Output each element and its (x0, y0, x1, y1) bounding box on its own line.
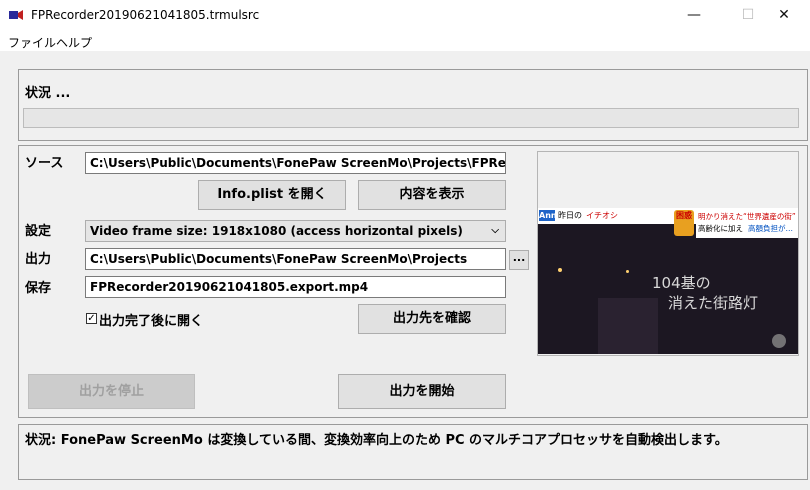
source-field[interactable]: C:\Users\Public\Documents\FonePaw Screen… (85, 152, 506, 174)
status-message: 状況: FonePaw ScreenMo は変換している間、変換効率向上のため … (25, 433, 728, 448)
channel-logo: Ann (539, 210, 557, 221)
output-field[interactable]: C:\Users\Public\Documents\FonePaw Screen… (85, 248, 506, 270)
preview-headline-3: 高額負担が… (748, 224, 793, 233)
open-after-checkbox[interactable]: ✓ (86, 313, 97, 324)
menu-file[interactable]: ファイル (8, 34, 56, 51)
preview-headline-2: 高齢化に加え (698, 224, 743, 233)
menu-help[interactable]: ヘルプ (56, 34, 92, 51)
check-destination-button[interactable]: 出力先を確認 (358, 304, 506, 334)
status-panel (18, 69, 808, 141)
menu-bar: ファイル ヘルプ (0, 31, 810, 51)
preview-headline-1: 明かり消えた“世界遺産の街” (698, 212, 796, 221)
app-icon (9, 10, 23, 20)
open-info-plist-button[interactable]: Info.plist を開く (198, 180, 346, 210)
street-light (558, 268, 562, 272)
settings-select-value: Video frame size: 1918x1080 (access hori… (90, 224, 463, 238)
output-label: 出力 (25, 252, 52, 267)
preview-caption-2: 消えた街路灯 (668, 294, 759, 312)
title-bar: FPRecorder20190621041805.trmulsrc — ☐ ✕ (0, 0, 810, 31)
preview-caption-1: 104基の (652, 274, 711, 292)
minimize-button[interactable]: — (671, 0, 717, 31)
start-output-button[interactable]: 出力を開始 (338, 374, 506, 409)
save-label: 保存 (25, 281, 52, 296)
watermark-circle-icon (772, 334, 786, 348)
save-field[interactable]: FPRecorder20190621041805.export.mp4 (85, 276, 506, 298)
street-light (626, 270, 629, 273)
settings-label: 設定 (25, 224, 52, 239)
open-after-label[interactable]: 出力完了後に開く (99, 310, 203, 329)
video-preview: Ann 昨日の イチオシ 困惑 明かり消えた“世界遺産の街” 高齢化に加え 高額… (538, 208, 798, 354)
browse-button[interactable]: ... (509, 250, 529, 270)
preview-ticker-text-b: イチオシ (586, 211, 618, 220)
chevron-down-icon: ⌵ (491, 225, 499, 236)
stop-output-button[interactable]: 出力を停止 (28, 374, 195, 409)
road (598, 298, 658, 354)
source-label: ソース (25, 156, 64, 171)
preview-ticker-text: 昨日の (558, 211, 582, 220)
close-button[interactable]: ✕ (761, 0, 807, 31)
preview-badge: 困惑 (674, 210, 694, 236)
status-label: 状況 ... (25, 86, 71, 101)
progress-bar (23, 108, 799, 128)
show-content-button[interactable]: 内容を表示 (358, 180, 506, 210)
window-title: FPRecorder20190621041805.trmulsrc (31, 8, 260, 22)
settings-select[interactable]: Video frame size: 1918x1080 (access hori… (85, 220, 506, 242)
